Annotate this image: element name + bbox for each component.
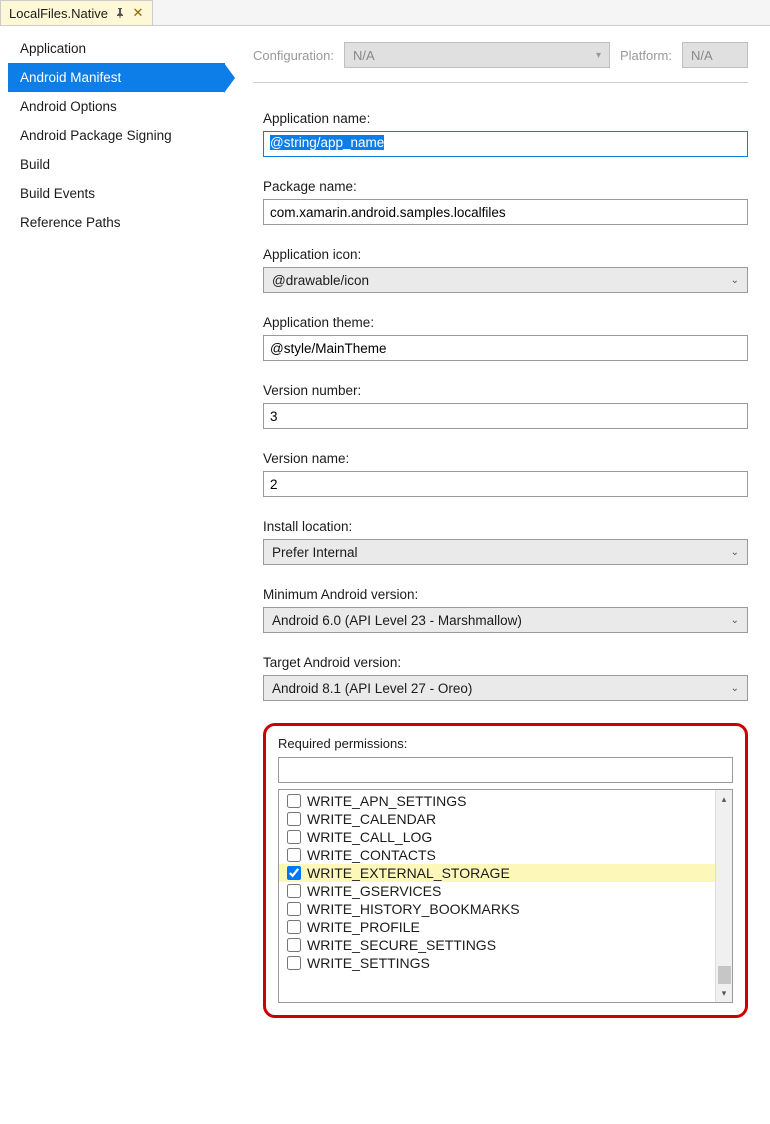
permission-item[interactable]: WRITE_SETTINGS (279, 954, 715, 972)
permission-name: WRITE_EXTERNAL_STORAGE (307, 865, 510, 881)
permissions-list[interactable]: WRITE_APN_SETTINGS WRITE_CALENDAR WRITE_CA… (279, 790, 715, 1002)
version-number-input[interactable] (263, 403, 748, 429)
configuration-select[interactable]: N/A ▾ (344, 42, 610, 68)
app-icon-label: Application icon: (263, 247, 748, 262)
sidebar: ApplicationAndroid ManifestAndroid Optio… (0, 26, 225, 1124)
permission-checkbox[interactable] (287, 830, 301, 844)
permission-checkbox[interactable] (287, 884, 301, 898)
chevron-down-icon: ⌄ (731, 275, 739, 286)
permission-checkbox[interactable] (287, 812, 301, 826)
target-android-label: Target Android version: (263, 655, 748, 670)
close-icon[interactable]: ✕ (132, 7, 144, 19)
min-android-label: Minimum Android version: (263, 587, 748, 602)
permission-checkbox[interactable] (287, 920, 301, 934)
sidebar-item-build[interactable]: Build (8, 150, 225, 179)
permission-item[interactable]: WRITE_CALL_LOG (279, 828, 715, 846)
scrollbar[interactable]: ▴ ▾ (715, 790, 732, 1002)
configuration-label: Configuration: (253, 48, 334, 63)
version-number-label: Version number: (263, 383, 748, 398)
permission-name: WRITE_CALENDAR (307, 811, 436, 827)
sidebar-item-android-package-signing[interactable]: Android Package Signing (8, 121, 225, 150)
config-row: Configuration: N/A ▾ Platform: N/A (253, 42, 748, 83)
permission-item[interactable]: WRITE_PROFILE (279, 918, 715, 936)
scroll-up-icon[interactable]: ▴ (722, 792, 727, 806)
permission-name: WRITE_APN_SETTINGS (307, 793, 466, 809)
version-name-input[interactable] (263, 471, 748, 497)
target-android-select[interactable]: Android 8.1 (API Level 27 - Oreo) ⌄ (263, 675, 748, 701)
platform-label: Platform: (620, 48, 672, 63)
tab-title: LocalFiles.Native (9, 6, 108, 21)
install-location-label: Install location: (263, 519, 748, 534)
permission-checkbox[interactable] (287, 848, 301, 862)
permission-item[interactable]: WRITE_APN_SETTINGS (279, 792, 715, 810)
package-name-label: Package name: (263, 179, 748, 194)
permission-checkbox[interactable] (287, 956, 301, 970)
permission-checkbox[interactable] (287, 938, 301, 952)
chevron-down-icon: ⌄ (731, 547, 739, 558)
app-icon-select[interactable]: @drawable/icon ⌄ (263, 267, 748, 293)
permission-checkbox[interactable] (287, 866, 301, 880)
app-theme-input[interactable] (263, 335, 748, 361)
app-theme-label: Application theme: (263, 315, 748, 330)
min-android-select[interactable]: Android 6.0 (API Level 23 - Marshmallow)… (263, 607, 748, 633)
permission-name: WRITE_SETTINGS (307, 955, 430, 971)
scroll-thumb[interactable] (718, 966, 731, 984)
platform-select[interactable]: N/A (682, 42, 748, 68)
package-name-input[interactable] (263, 199, 748, 225)
permission-name: WRITE_PROFILE (307, 919, 420, 935)
sidebar-item-android-options[interactable]: Android Options (8, 92, 225, 121)
install-location-select[interactable]: Prefer Internal ⌄ (263, 539, 748, 565)
app-name-input[interactable]: @string/app_name (263, 131, 748, 157)
chevron-down-icon: ▾ (596, 50, 601, 61)
permissions-filter-input[interactable] (278, 757, 733, 783)
permission-name: WRITE_HISTORY_BOOKMARKS (307, 901, 520, 917)
chevron-down-icon: ⌄ (731, 683, 739, 694)
permission-item[interactable]: WRITE_EXTERNAL_STORAGE (279, 864, 715, 882)
scroll-down-icon[interactable]: ▾ (722, 986, 727, 1000)
permission-name: WRITE_GSERVICES (307, 883, 441, 899)
permission-item[interactable]: WRITE_SECURE_SETTINGS (279, 936, 715, 954)
sidebar-item-android-manifest[interactable]: Android Manifest (8, 63, 225, 92)
required-permissions-label: Required permissions: (278, 736, 733, 751)
version-name-label: Version name: (263, 451, 748, 466)
required-permissions-group: Required permissions: WRITE_APN_SETTINGS… (263, 723, 748, 1018)
sidebar-item-build-events[interactable]: Build Events (8, 179, 225, 208)
permission-item[interactable]: WRITE_CALENDAR (279, 810, 715, 828)
sidebar-item-reference-paths[interactable]: Reference Paths (8, 208, 225, 237)
document-tab[interactable]: LocalFiles.Native ✕ (0, 0, 153, 25)
permission-name: WRITE_CALL_LOG (307, 829, 432, 845)
sidebar-item-application[interactable]: Application (8, 34, 225, 63)
permission-item[interactable]: WRITE_CONTACTS (279, 846, 715, 864)
permission-name: WRITE_SECURE_SETTINGS (307, 937, 496, 953)
content-panel: Configuration: N/A ▾ Platform: N/A Appli… (225, 26, 770, 1124)
pin-icon[interactable] (114, 7, 126, 19)
permission-name: WRITE_CONTACTS (307, 847, 436, 863)
chevron-down-icon: ⌄ (731, 615, 739, 626)
tab-strip: LocalFiles.Native ✕ (0, 0, 770, 26)
permission-item[interactable]: WRITE_GSERVICES (279, 882, 715, 900)
permission-item[interactable]: WRITE_HISTORY_BOOKMARKS (279, 900, 715, 918)
permission-checkbox[interactable] (287, 902, 301, 916)
app-name-label: Application name: (263, 111, 748, 126)
permission-checkbox[interactable] (287, 794, 301, 808)
